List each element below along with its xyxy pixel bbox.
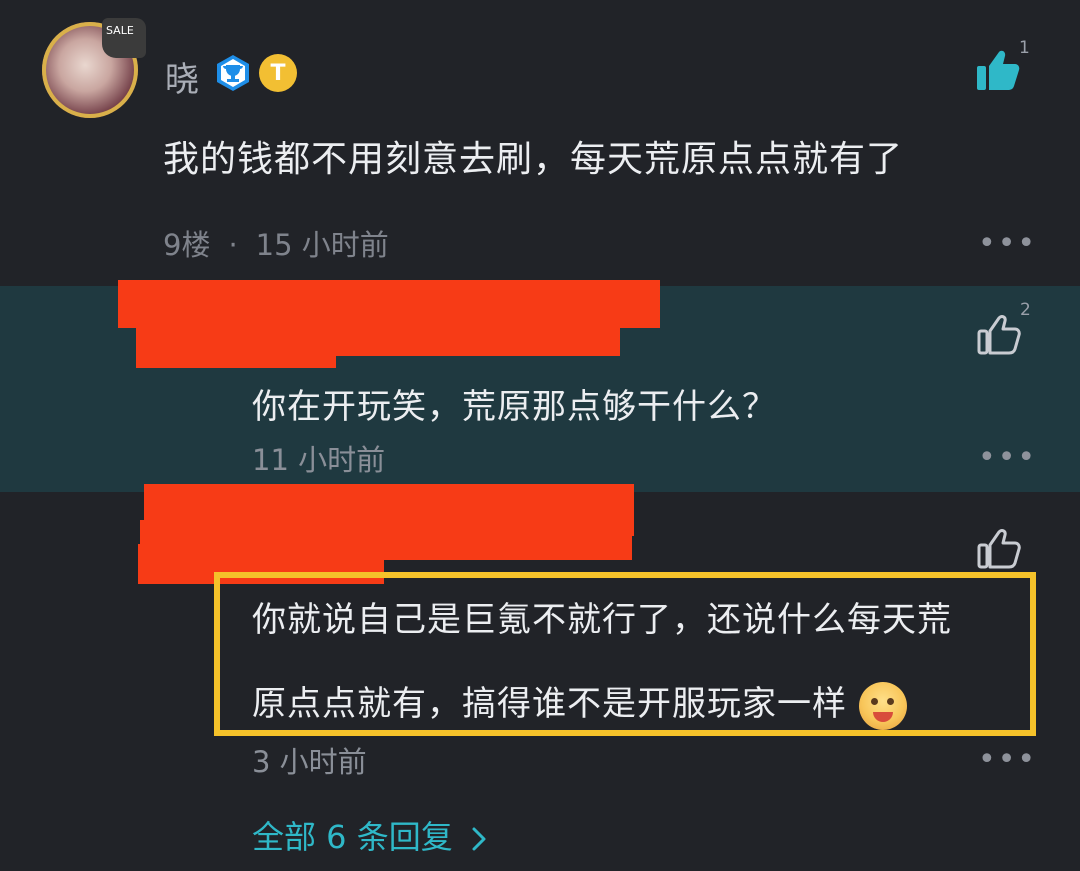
meta-separator: · [228, 228, 238, 262]
reply-text-line-2: 原点点就有，搞得谁不是开服玩家一样 [252, 684, 847, 724]
more-options-button[interactable]: ••• [978, 742, 1037, 777]
username[interactable]: 晓 [165, 52, 199, 101]
more-options-button[interactable]: ••• [978, 226, 1037, 261]
floor-number: 9楼 [163, 228, 211, 262]
avatar-tag: SALE [106, 24, 134, 37]
like-count: 2 [1020, 300, 1031, 320]
t-badge-icon[interactable]: T [259, 54, 297, 92]
thumbs-up-filled-icon[interactable] [975, 48, 1021, 92]
comment-text: 我的钱都不用刻意去刷，每天荒原点点就有了 [163, 139, 904, 180]
thumbs-up-icon[interactable] [976, 312, 1022, 356]
reply-time: 11 小时前 [252, 443, 386, 477]
reply-text: 你在开玩笑，荒原那点够干什么？ [252, 387, 777, 427]
comment-meta: 9楼 · 15 小时前 [163, 222, 389, 264]
more-options-button[interactable]: ••• [978, 440, 1037, 475]
thumbs-up-icon[interactable] [976, 526, 1022, 570]
like-count: 1 [1019, 38, 1030, 58]
avatar[interactable]: SALE [42, 18, 146, 118]
chevron-right-icon [472, 827, 486, 851]
view-all-replies-link[interactable]: 全部 6 条回复 [252, 812, 487, 858]
comment-time: 15 小时前 [255, 228, 389, 262]
laughing-emoji-icon [858, 681, 907, 730]
redaction-mark [136, 340, 336, 368]
reply-text-line-1: 你就说自己是巨氪不就行了，还说什么每天荒 [252, 600, 952, 640]
view-all-replies-label: 全部 6 条回复 [252, 818, 453, 856]
avatar-frame-decoration: SALE [102, 18, 146, 58]
reply-time: 3 小时前 [252, 745, 367, 779]
reply-text-line-2-wrapper: 原点点就有，搞得谁不是开服玩家一样 [252, 676, 907, 730]
trophy-badge-icon[interactable] [214, 54, 252, 92]
